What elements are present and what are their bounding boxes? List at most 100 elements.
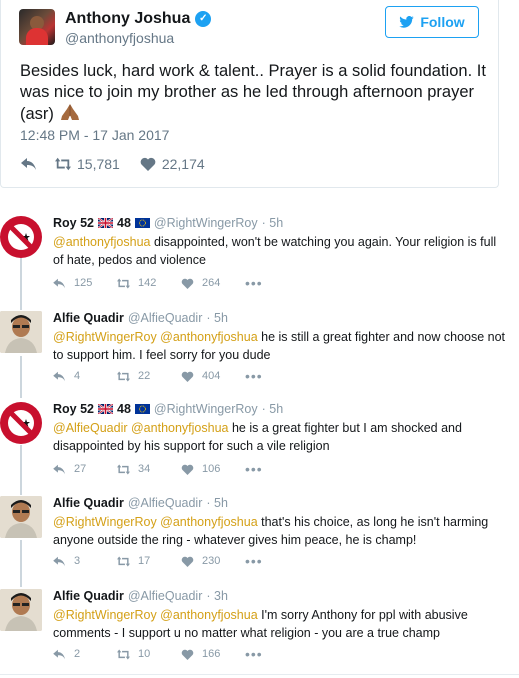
reply-icon xyxy=(53,371,65,381)
reply-author-name[interactable]: Roy 52 xyxy=(53,402,94,416)
reply-author-handle[interactable]: @AlfieQuadir xyxy=(128,311,203,325)
reply-actions: 4 22 404 ••• xyxy=(53,369,263,383)
reply-action[interactable] xyxy=(21,157,37,171)
follow-label: Follow xyxy=(420,14,465,30)
reply-mentions[interactable]: @anthonyfjoshua xyxy=(53,235,150,249)
reply-mentions[interactable]: @RightWingerRoy @anthonyfjoshua xyxy=(53,608,258,622)
tweet-body: Besides luck, hard work & talent.. Praye… xyxy=(20,62,486,123)
like-action[interactable]: 166 xyxy=(181,648,245,660)
reply-author-name-suffix: 48 xyxy=(117,402,131,416)
reply-author-name[interactable]: Alfie Quadir xyxy=(53,589,124,603)
reply-icon xyxy=(53,464,65,474)
user-avatar[interactable] xyxy=(0,311,42,353)
reply-action[interactable]: 3 xyxy=(53,555,117,567)
author-avatar[interactable] xyxy=(19,9,55,45)
reply-mentions[interactable]: @RightWingerRoy @anthonyfjoshua xyxy=(53,330,258,344)
like-action[interactable]: 264 xyxy=(181,277,245,289)
reply-count: 4 xyxy=(74,370,81,382)
uk-flag-icon xyxy=(98,218,113,228)
author-handle[interactable]: @anthonyfjoshua xyxy=(65,30,174,46)
retweet-icon xyxy=(117,463,130,475)
retweet-count: 142 xyxy=(138,277,157,289)
prohibited-symbol-icon xyxy=(2,218,40,256)
user-avatar[interactable] xyxy=(0,402,42,444)
follow-button[interactable]: Follow xyxy=(385,6,479,38)
reply-count: 27 xyxy=(74,463,87,475)
like-action[interactable]: 404 xyxy=(181,370,245,382)
retweet-icon xyxy=(55,157,71,171)
reply-author-name[interactable]: Alfie Quadir xyxy=(53,311,124,325)
retweet-count: 34 xyxy=(138,463,151,475)
like-action[interactable]: 22,174 xyxy=(140,156,205,172)
reply-mentions[interactable]: @RightWingerRoy @anthonyfjoshua xyxy=(53,515,258,529)
bottom-divider xyxy=(0,674,519,675)
reply-tweet[interactable]: Roy 52 48 @RightWingerRoy · 5h @AlfieQua… xyxy=(0,402,519,482)
more-dots-icon[interactable]: ••• xyxy=(245,462,263,476)
like-count: 230 xyxy=(202,555,221,567)
more-dots-icon[interactable]: ••• xyxy=(245,369,263,383)
heart-icon xyxy=(181,649,194,660)
tweet-actions: 15,781 22,174 xyxy=(21,156,205,172)
retweet-action[interactable]: 34 xyxy=(117,463,181,475)
reply-author-name-suffix: 48 xyxy=(117,216,131,230)
like-action[interactable]: 230 xyxy=(181,555,245,567)
reply-time[interactable]: · 5h xyxy=(206,496,228,510)
more-dots-icon[interactable]: ••• xyxy=(245,554,263,568)
more-dots-icon[interactable]: ••• xyxy=(245,276,263,290)
reply-author-handle[interactable]: @AlfieQuadir xyxy=(128,589,203,603)
like-action[interactable]: 106 xyxy=(181,463,245,475)
reply-tweet[interactable]: Alfie Quadir @AlfieQuadir · 3h @RightWin… xyxy=(0,589,519,669)
reply-actions: 27 34 106 ••• xyxy=(53,462,263,476)
twitter-bird-icon xyxy=(399,16,415,28)
reply-header: Alfie Quadir @AlfieQuadir · 5h xyxy=(53,496,228,510)
reply-time[interactable]: · 5h xyxy=(262,216,284,230)
reply-author-name[interactable]: Roy 52 xyxy=(53,216,94,230)
user-avatar[interactable] xyxy=(0,216,42,258)
heart-icon xyxy=(181,556,194,567)
person-photo-icon xyxy=(0,496,42,538)
reply-action[interactable]: 27 xyxy=(53,463,117,475)
reply-time[interactable]: · 3h xyxy=(206,589,228,603)
reply-tweet[interactable]: Alfie Quadir @AlfieQuadir · 5h @RightWin… xyxy=(0,496,519,576)
retweet-action[interactable]: 10 xyxy=(117,648,181,660)
reply-action[interactable]: 125 xyxy=(53,277,117,289)
person-photo-icon xyxy=(0,589,42,631)
folded-hands-emoji xyxy=(60,104,79,120)
reply-tweet[interactable]: Alfie Quadir @AlfieQuadir · 5h @RightWin… xyxy=(0,311,519,391)
tweet-text: Besides luck, hard work & talent.. Praye… xyxy=(20,61,490,125)
reply-mentions[interactable]: @AlfieQuadir @anthonyfjoshua xyxy=(53,421,228,435)
retweet-action[interactable]: 15,781 xyxy=(55,156,120,172)
like-count: 404 xyxy=(202,370,221,382)
author-name[interactable]: Anthony Joshua xyxy=(65,10,190,28)
reply-time[interactable]: · 5h xyxy=(262,402,284,416)
tweet-timestamp[interactable]: 12:48 PM - 17 Jan 2017 xyxy=(20,127,169,143)
reply-author-handle[interactable]: @RightWingerRoy xyxy=(154,402,258,416)
reply-count: 125 xyxy=(74,277,93,289)
like-count: 264 xyxy=(202,277,221,289)
more-dots-icon[interactable]: ••• xyxy=(245,647,263,661)
retweet-count: 17 xyxy=(138,555,151,567)
retweet-action[interactable]: 17 xyxy=(117,555,181,567)
retweet-count: 22 xyxy=(138,370,151,382)
reply-count: 2 xyxy=(74,648,81,660)
reply-tweet[interactable]: Roy 52 48 @RightWingerRoy · 5h @anthonyf… xyxy=(0,216,519,296)
reply-icon xyxy=(21,158,36,170)
reply-action[interactable]: 4 xyxy=(53,370,117,382)
retweet-action[interactable]: 142 xyxy=(117,277,181,289)
user-avatar[interactable] xyxy=(0,496,42,538)
reply-action[interactable]: 2 xyxy=(53,648,117,660)
author-name-row: Anthony Joshua ✓ xyxy=(65,10,212,28)
reply-author-name[interactable]: Alfie Quadir xyxy=(53,496,124,510)
reply-time[interactable]: · 5h xyxy=(206,311,228,325)
embedded-tweet-card: Anthony Joshua ✓ @anthonyfjoshua Follow … xyxy=(0,0,499,188)
reply-author-handle[interactable]: @RightWingerRoy xyxy=(154,216,258,230)
like-count: 166 xyxy=(202,648,221,660)
retweet-action[interactable]: 22 xyxy=(117,370,181,382)
user-avatar[interactable] xyxy=(0,589,42,631)
reply-text: @RightWingerRoy @anthonyfjoshua that's h… xyxy=(53,513,508,549)
heart-icon xyxy=(181,371,194,382)
retweet-icon xyxy=(117,648,130,660)
retweet-icon xyxy=(117,555,130,567)
verified-badge-icon: ✓ xyxy=(195,11,212,27)
reply-author-handle[interactable]: @AlfieQuadir xyxy=(128,496,203,510)
